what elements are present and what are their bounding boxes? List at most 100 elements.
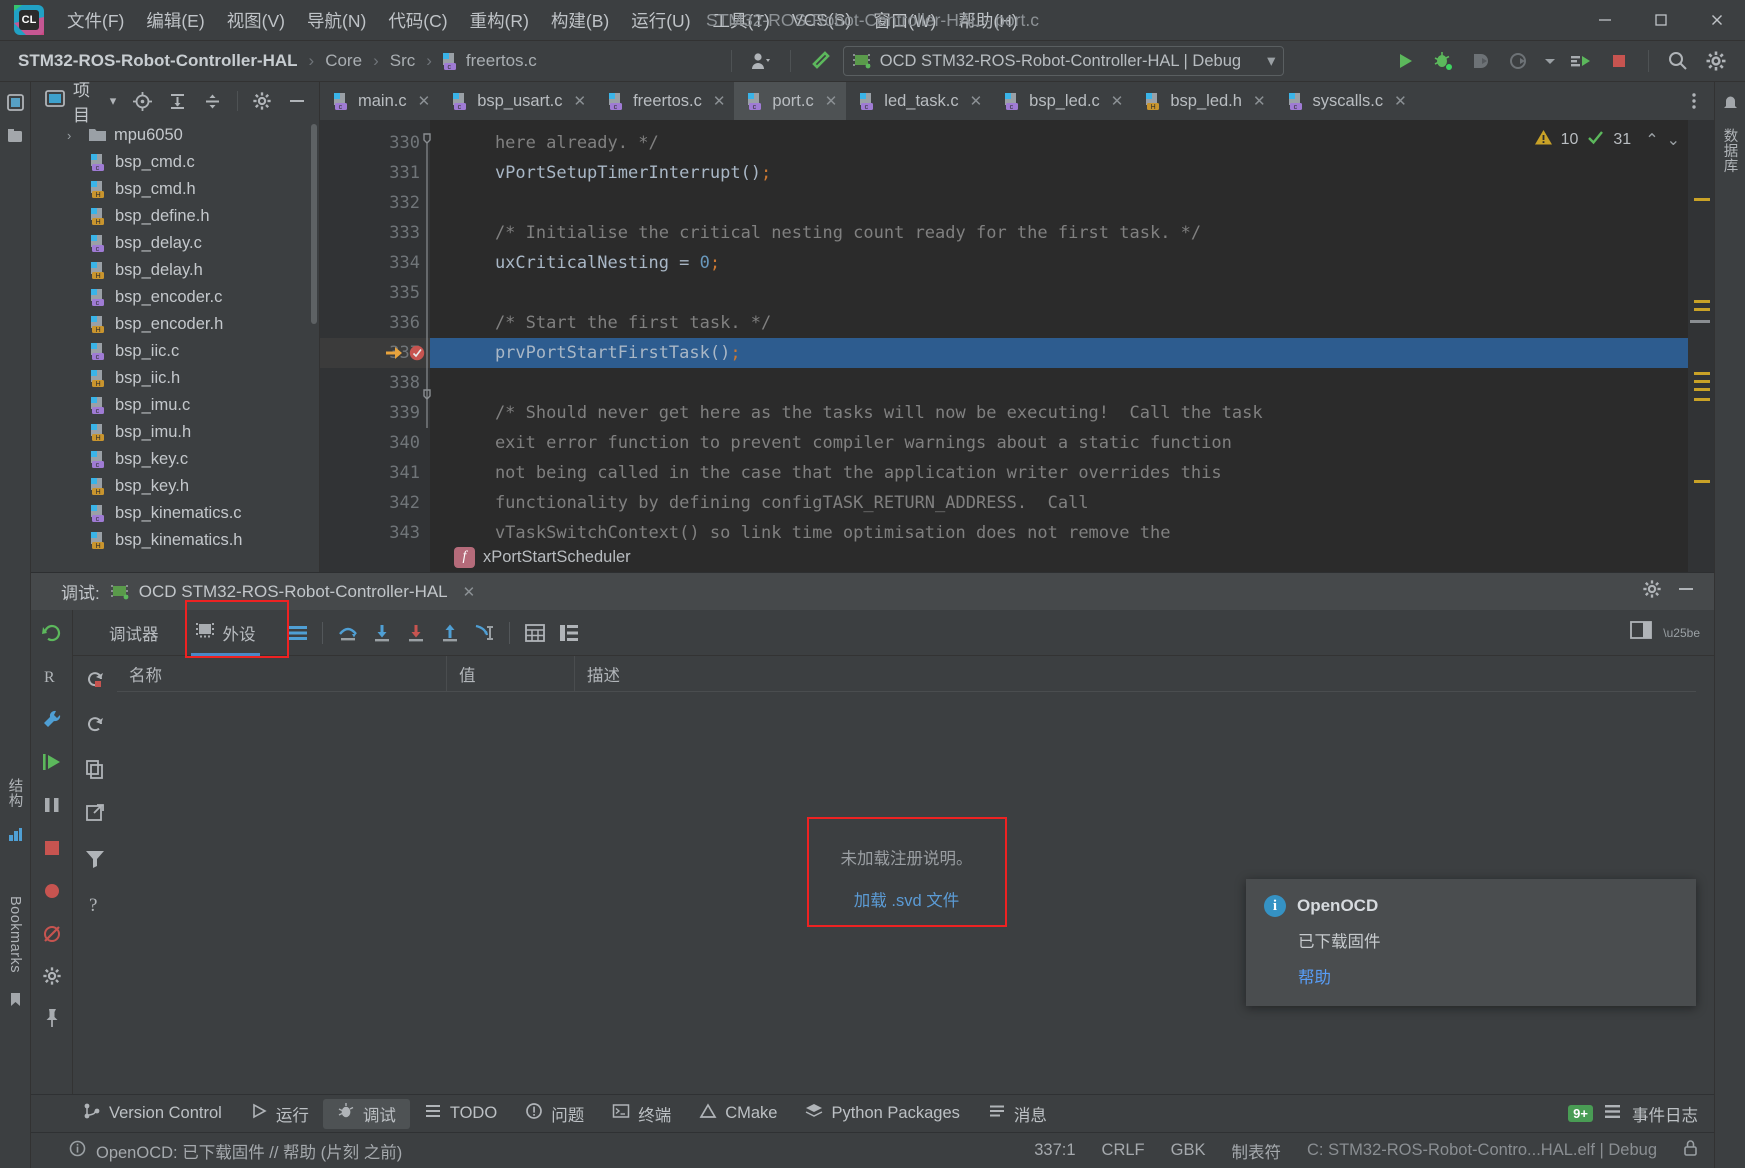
caret-position[interactable]: 337:1 — [1034, 1141, 1075, 1160]
project-rail-icon[interactable] — [3, 90, 27, 114]
maximize-button[interactable] — [1633, 0, 1689, 41]
chevron-right-icon[interactable]: › — [67, 128, 81, 143]
project-tree[interactable]: › mpu6050 c bsp_cmd.c Hbsp_cmd.h Hbsp_define.… — [31, 120, 319, 572]
tree-file[interactable]: c bsp_key.c — [31, 446, 319, 473]
notification-popup[interactable]: i OpenOCD 已下载固件 帮助 — [1246, 879, 1696, 1006]
chevron-down-icon[interactable]: ▾ — [1267, 51, 1275, 71]
gutter-line[interactable]: 339 — [320, 398, 430, 428]
menu-help[interactable]: 帮助(H) — [947, 4, 1028, 37]
tree-file[interactable]: Hbsp_define.h — [31, 203, 319, 230]
user-avatar-icon[interactable] — [744, 46, 778, 76]
editor-tabs[interactable]: c main.c ✕ c bsp_usart.c ✕ c freertos.c ✕ c port.c… — [320, 82, 1714, 120]
toolwindow-messages[interactable]: 消息 — [974, 1099, 1061, 1129]
gutter-line[interactable]: 332 — [320, 188, 430, 218]
mute-breakpoints-slash-icon[interactable] — [41, 923, 63, 950]
close-icon[interactable]: ✕ — [414, 92, 431, 110]
close-icon[interactable]: ✕ — [1107, 92, 1124, 110]
tree-file[interactable]: c bsp_imu.c — [31, 392, 319, 419]
menu-vcs[interactable]: VCS(S) — [781, 6, 862, 35]
indent-setting[interactable]: 制表符 — [1232, 1139, 1282, 1163]
event-log-label[interactable]: 事件日志 — [1632, 1102, 1698, 1126]
tree-file[interactable]: Hbsp_iic.h — [31, 365, 319, 392]
layout-icon[interactable] — [280, 616, 314, 650]
code-line[interactable]: /* Start the first task. */ — [430, 308, 1714, 338]
debug-target[interactable]: C: STM32-ROS-Robot-Contro...HAL.elf | De… — [1307, 1141, 1657, 1160]
prev-problem-icon[interactable]: ⌃ — [1645, 130, 1658, 150]
debug-button[interactable] — [1426, 46, 1460, 76]
tree-file[interactable]: Hbsp_kinematics.h — [31, 527, 319, 554]
close-icon[interactable]: ✕ — [569, 92, 586, 110]
copy-icon[interactable] — [84, 758, 106, 785]
menu-navigate[interactable]: 导航(N) — [296, 4, 377, 37]
gear-icon[interactable] — [42, 966, 62, 991]
notification-help-link[interactable]: 帮助 — [1298, 964, 1678, 988]
status-message[interactable]: OpenOCD: 已下载固件 // 帮助 (片刻 之前) — [96, 1139, 402, 1163]
structure-rail-icon[interactable] — [3, 822, 27, 846]
build-hammer-icon[interactable] — [803, 46, 837, 76]
code-line[interactable]: prvPortStartFirstTask(); — [430, 338, 1714, 368]
close-icon[interactable]: ✕ — [1249, 92, 1266, 110]
breadcrumb-file[interactable]: freertos.c — [462, 49, 541, 73]
toolwindow-cmake[interactable]: CMake — [685, 1099, 791, 1129]
gear-icon[interactable] — [246, 86, 279, 116]
load-svd-link[interactable]: 加载 .svd 文件 — [854, 887, 959, 911]
tree-file[interactable]: Hbsp_encoder.h — [31, 311, 319, 338]
tree-file[interactable]: Hbsp_delay.h — [31, 257, 319, 284]
code-line[interactable]: here already. */ — [430, 128, 1714, 158]
editor-tab-freertos-c[interactable]: c freertos.c ✕ — [595, 82, 734, 120]
force-step-into-icon[interactable] — [399, 616, 433, 650]
gear-icon[interactable] — [1642, 579, 1662, 604]
menu-tools[interactable]: 工具(T) — [702, 4, 781, 37]
code-breadcrumb[interactable]: f xPortStartScheduler — [430, 542, 631, 572]
rail-label-database[interactable]: 数据库 — [1720, 128, 1741, 173]
close-icon[interactable]: ✕ — [709, 92, 726, 110]
menu-window[interactable]: 窗口(W) — [862, 4, 947, 37]
gutter-line[interactable]: 331 — [320, 158, 430, 188]
gutter-line[interactable]: 335 — [320, 278, 430, 308]
stop-icon[interactable] — [41, 837, 63, 864]
gutter-line[interactable]: 337 — [320, 338, 430, 368]
minimize-icon[interactable] — [1676, 579, 1696, 604]
resume-icon[interactable] — [41, 751, 63, 778]
toolwindow-problems[interactable]: 问题 — [511, 1099, 598, 1129]
gutter-line[interactable]: 341 — [320, 458, 430, 488]
layout-settings-icon[interactable] — [1629, 620, 1653, 645]
gear-icon[interactable] — [1699, 46, 1733, 76]
line-separator[interactable]: CRLF — [1102, 1141, 1145, 1160]
menu-code[interactable]: 代码(C) — [377, 4, 458, 37]
code-view[interactable]: 330 331 332 333 334 335 336 337 338 339 340 341 342 3… — [320, 120, 1714, 572]
tab-debugger[interactable]: 调试器 — [91, 610, 177, 656]
settings-wrench-icon[interactable] — [41, 708, 63, 735]
code-line[interactable]: vPortSetupTimerInterrupt(); — [430, 158, 1714, 188]
editor-gutter[interactable]: 330 331 332 333 334 335 336 337 338 339 340 341 342 3… — [320, 120, 431, 572]
close-button[interactable] — [1689, 0, 1745, 41]
profile-icon[interactable] — [1502, 46, 1536, 76]
reload-svd-icon[interactable] — [84, 668, 106, 695]
editor-tab-bsp_led-h[interactable]: Hbsp_led.h ✕ — [1132, 82, 1274, 120]
minimize-button[interactable] — [1577, 0, 1633, 41]
menu-build[interactable]: 构建(B) — [540, 4, 620, 37]
profile-dropdown-icon[interactable] — [1540, 46, 1560, 76]
notifications-rail-icon[interactable] — [1718, 90, 1742, 114]
gutter-line[interactable]: 342 — [320, 488, 430, 518]
run-to-cursor-icon[interactable] — [1564, 46, 1598, 76]
refresh-icon[interactable] — [84, 713, 106, 740]
close-icon[interactable]: ✕ — [966, 92, 983, 110]
tree-file[interactable]: c bsp_delay.c — [31, 230, 319, 257]
file-encoding[interactable]: GBK — [1171, 1141, 1206, 1160]
code-line[interactable]: uxCriticalNesting = 0; — [430, 248, 1714, 278]
toolwindow-terminal[interactable]: 终端 — [598, 1099, 685, 1129]
run-to-cursor-icon[interactable] — [467, 616, 501, 650]
gutter-line[interactable]: 334 — [320, 248, 430, 278]
code-line[interactable]: /* Should never get here as the tasks wi… — [430, 398, 1714, 428]
toolwindow-todo[interactable]: TODO — [410, 1099, 511, 1129]
tree-scrollbar[interactable] — [311, 124, 317, 324]
chevron-down-icon[interactable]: \u25be — [1663, 626, 1700, 640]
step-into-icon[interactable] — [365, 616, 399, 650]
debug-session-tab[interactable]: OCD STM32-ROS-Robot-Controller-HAL ✕ — [110, 582, 475, 602]
menu-run[interactable]: 运行(U) — [620, 4, 701, 37]
editor-tab-led_task-c[interactable]: c led_task.c ✕ — [846, 82, 991, 120]
tree-folder[interactable]: › mpu6050 — [31, 122, 319, 149]
breadcrumb-src[interactable]: Src — [386, 49, 420, 73]
editor-tab-bsp_led-c[interactable]: c bsp_led.c ✕ — [991, 82, 1132, 120]
